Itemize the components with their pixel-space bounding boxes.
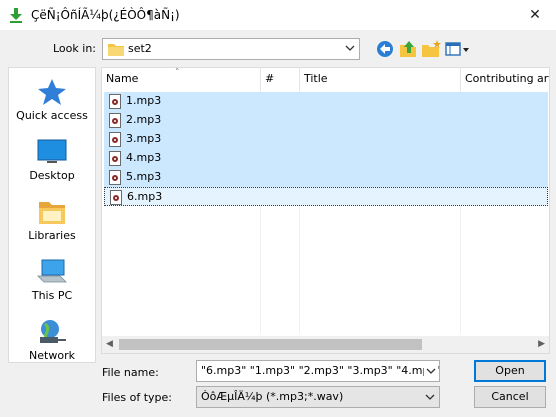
open-button[interactable]: Open <box>474 360 546 382</box>
file-row-3[interactable]: 3.mp3 <box>104 130 548 149</box>
lookin-combo[interactable]: set2 <box>102 38 360 60</box>
file-name: 5.mp3 <box>126 170 162 183</box>
lookin-value: set2 <box>128 42 152 55</box>
place-label: Libraries <box>28 229 76 242</box>
cancel-button[interactable]: Cancel <box>474 386 546 408</box>
filetype-label: Files of type: <box>102 391 173 404</box>
file-list[interactable]: Name ˄ # Title Contributing art 1.mp3 2.… <box>101 67 550 354</box>
folder-icon <box>108 44 124 56</box>
place-this-pc[interactable]: This PC <box>9 258 95 302</box>
view-menu-icon[interactable] <box>444 39 470 59</box>
column-header-name[interactable]: Name <box>102 68 260 90</box>
filename-value: "6.mp3" "1.mp3" "2.mp3" "3.mp3" "4.mp3" … <box>201 364 440 377</box>
desktop-icon <box>37 139 67 163</box>
filename-label: File name: <box>102 366 159 379</box>
computer-icon <box>37 259 67 283</box>
column-header-contributing-artist[interactable]: Contributing art <box>461 68 549 90</box>
file-row-1[interactable]: 1.mp3 <box>104 92 548 111</box>
libraries-icon <box>39 202 65 224</box>
star-icon <box>38 79 66 105</box>
places-bar: Quick access Desktop Libraries This PC N… <box>8 67 96 363</box>
audio-file-icon <box>109 113 121 128</box>
close-button[interactable]: ✕ <box>520 3 550 27</box>
column-header-title[interactable]: Title <box>300 68 460 90</box>
file-name: 1.mp3 <box>126 94 162 107</box>
up-folder-icon[interactable] <box>398 39 418 59</box>
place-libraries[interactable]: Libraries <box>9 198 95 242</box>
file-name: 3.mp3 <box>126 132 162 145</box>
file-name: 6.mp3 <box>127 190 163 203</box>
place-desktop[interactable]: Desktop <box>9 138 95 182</box>
scrollbar-thumb[interactable] <box>119 339 422 350</box>
audio-file-icon <box>109 94 121 109</box>
place-quick-access[interactable]: Quick access <box>9 78 95 122</box>
file-name: 2.mp3 <box>126 113 162 126</box>
horizontal-scrollbar[interactable]: ◀ ▶ <box>102 336 549 353</box>
place-network[interactable]: Network <box>9 318 95 362</box>
audio-file-icon <box>109 170 121 185</box>
file-row-4[interactable]: 4.mp3 <box>104 149 548 168</box>
place-label: Network <box>29 349 75 362</box>
filetype-select[interactable]: ÒôÆµÎÄ¼þ (*.mp3;*.wav) <box>196 386 440 408</box>
file-row-5[interactable]: 5.mp3 <box>104 168 548 187</box>
chevron-down-icon <box>345 45 355 51</box>
place-label: Quick access <box>16 109 88 122</box>
title-bar: ÇëÑ¡ÔñÍÃ¼þ(¿ÉÒÔ¶àÑ¡) ✕ <box>0 0 556 30</box>
back-icon[interactable] <box>375 39 395 59</box>
filename-input[interactable]: "6.mp3" "1.mp3" "2.mp3" "3.mp3" "4.mp3" … <box>196 360 440 382</box>
scroll-right-icon[interactable]: ▶ <box>538 339 545 349</box>
place-label: Desktop <box>29 169 75 182</box>
chevron-down-icon <box>425 394 435 400</box>
audio-file-icon <box>109 151 121 166</box>
network-icon <box>40 320 66 343</box>
file-row-6[interactable]: 6.mp3 <box>104 187 548 206</box>
lookin-label: Look in: <box>53 42 96 55</box>
chevron-down-icon[interactable] <box>424 364 438 378</box>
download-arrow-icon <box>10 8 22 23</box>
file-row-2[interactable]: 2.mp3 <box>104 111 548 130</box>
audio-file-icon <box>110 190 122 205</box>
place-label: This PC <box>31 289 73 302</box>
sort-ascending-icon: ˄ <box>175 68 180 78</box>
window-title: ÇëÑ¡ÔñÍÃ¼þ(¿ÉÒÔ¶àÑ¡) <box>31 8 180 22</box>
scroll-left-icon[interactable]: ◀ <box>106 339 113 349</box>
filetype-value: ÒôÆµÎÄ¼þ (*.mp3;*.wav) <box>201 390 344 403</box>
new-folder-icon[interactable] <box>421 39 441 59</box>
audio-file-icon <box>109 132 121 147</box>
column-header-number[interactable]: # <box>261 68 299 90</box>
file-name: 4.mp3 <box>126 151 162 164</box>
